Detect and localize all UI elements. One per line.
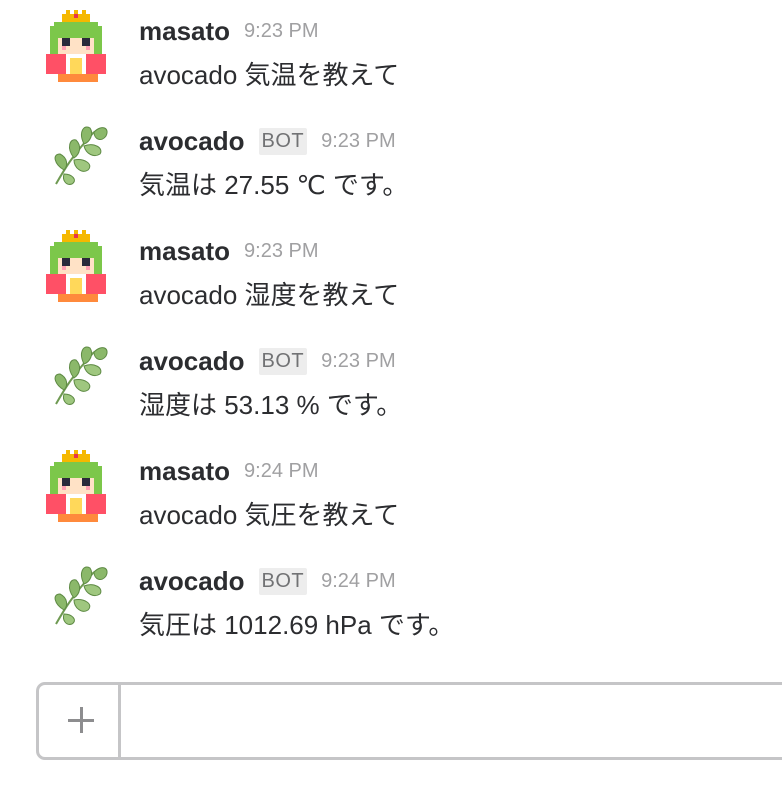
message-timestamp[interactable]: 9:23 PM <box>321 130 395 153</box>
message-text: avocado 気圧を教えて <box>139 500 400 530</box>
message-text: 気温は 27.55 ℃ です。 <box>139 170 409 200</box>
pixel-girl-avatar[interactable] <box>42 10 114 82</box>
leaf-branch-avatar[interactable] <box>42 560 114 632</box>
leaf-branch-icon <box>54 566 108 625</box>
leaf-branch-avatar[interactable] <box>42 120 114 192</box>
message-header: avocado BOT 9:24 PM <box>139 564 396 598</box>
author-name[interactable]: masato <box>139 236 230 267</box>
message-header: avocado BOT 9:23 PM <box>139 344 396 378</box>
chat-pane: masato 9:23 PM avocado 気温を教えて avocado BO… <box>0 0 782 796</box>
message-item: avocado BOT 9:24 PM 気圧は 1012.69 hPa です。 <box>0 550 782 660</box>
pixel-girl-icon <box>46 10 106 82</box>
leaf-branch-icon <box>54 126 108 185</box>
message-item: masato 9:23 PM avocado 気温を教えて <box>0 0 782 110</box>
message-item: masato 9:24 PM avocado 気圧を教えて <box>0 440 782 550</box>
message-header: avocado BOT 9:23 PM <box>139 124 396 158</box>
message-timestamp[interactable]: 9:23 PM <box>244 20 318 43</box>
message-timestamp[interactable]: 9:24 PM <box>321 570 395 593</box>
author-name[interactable]: masato <box>139 16 230 47</box>
leaf-branch-avatar[interactable] <box>42 340 114 412</box>
author-name[interactable]: avocado <box>139 566 245 597</box>
message-header: masato 9:23 PM <box>139 234 319 268</box>
author-name[interactable]: masato <box>139 456 230 487</box>
message-header: masato 9:23 PM <box>139 14 319 48</box>
bot-badge: BOT <box>258 127 308 155</box>
message-text: 湿度は 53.13 % です。 <box>139 390 403 420</box>
leaf-branch-icon <box>54 346 108 405</box>
pixel-girl-icon <box>46 230 106 302</box>
attach-button[interactable] <box>39 685 121 757</box>
author-name[interactable]: avocado <box>139 346 245 377</box>
pixel-girl-icon <box>46 450 106 522</box>
pixel-girl-avatar[interactable] <box>42 230 114 302</box>
bot-badge: BOT <box>258 567 308 595</box>
message-timestamp[interactable]: 9:23 PM <box>321 350 395 373</box>
message-composer <box>36 682 782 760</box>
message-text: avocado 湿度を教えて <box>139 280 400 310</box>
message-header: masato 9:24 PM <box>139 454 319 488</box>
plus-icon <box>68 707 94 733</box>
message-input[interactable] <box>125 685 782 757</box>
message-text: avocado 気温を教えて <box>139 60 400 90</box>
message-item: avocado BOT 9:23 PM 湿度は 53.13 % です。 <box>0 330 782 440</box>
bot-badge: BOT <box>258 347 308 375</box>
pixel-girl-avatar[interactable] <box>42 450 114 522</box>
message-timestamp[interactable]: 9:24 PM <box>244 460 318 483</box>
author-name[interactable]: avocado <box>139 126 245 157</box>
message-timestamp[interactable]: 9:23 PM <box>244 240 318 263</box>
message-text: 気圧は 1012.69 hPa です。 <box>139 610 455 640</box>
message-item: avocado BOT 9:23 PM 気温は 27.55 ℃ です。 <box>0 110 782 220</box>
message-item: masato 9:23 PM avocado 湿度を教えて <box>0 220 782 330</box>
